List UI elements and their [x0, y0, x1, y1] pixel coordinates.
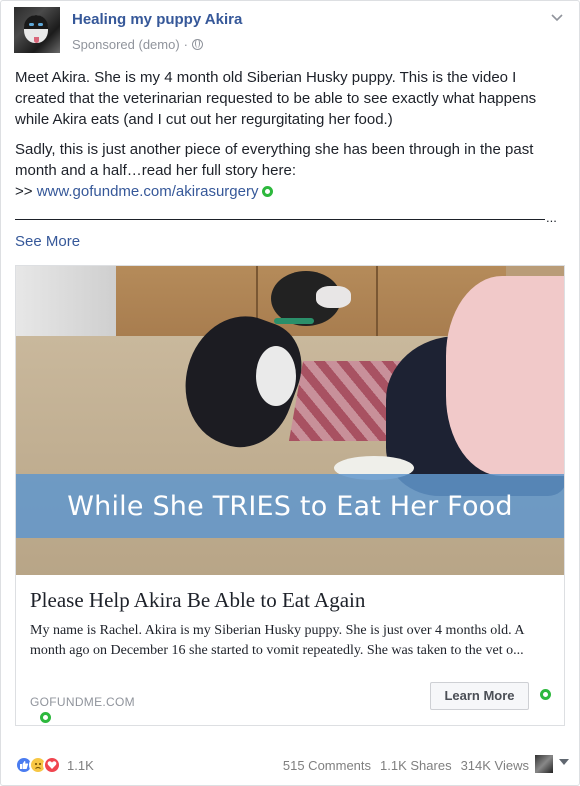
caret-down-icon[interactable] — [559, 759, 569, 765]
post-paragraph-2-text: Sadly, this is just another piece of eve… — [15, 141, 534, 179]
green-marker-icon — [540, 689, 551, 700]
globe-icon[interactable] — [192, 39, 204, 50]
comments-count-link[interactable]: 515 Comments — [283, 758, 371, 773]
post-stats: 515 Comments 1.1K Shares 314K Views — [283, 758, 529, 773]
love-icon — [43, 756, 61, 774]
divider-line — [15, 219, 545, 220]
reaction-count: 1.1K — [67, 757, 94, 773]
attachment-domain: GOFUNDME.COM — [30, 695, 135, 709]
shares-count-link[interactable]: 1.1K Shares — [380, 758, 452, 773]
link-prefix: >> — [15, 183, 33, 200]
sponsored-text: Sponsored (demo) — [72, 37, 180, 52]
post-footer: 1.1K 515 Comments 1.1K Shares 314K Views — [15, 753, 571, 777]
video-thumbnail[interactable]: While She TRIES to Eat Her Food — [16, 266, 564, 575]
green-marker-icon — [40, 712, 51, 723]
post-paragraph-2: Sadly, this is just another piece of eve… — [15, 139, 567, 202]
chevron-down-icon[interactable] — [550, 11, 564, 25]
ellipsis-text: ... — [546, 210, 557, 225]
video-play-area[interactable] — [16, 266, 564, 575]
attachment-title[interactable]: Please Help Akira Be Able to Eat Again — [30, 588, 550, 613]
views-count: 314K Views — [460, 758, 529, 773]
green-marker-icon — [262, 186, 274, 197]
reactions-summary[interactable]: 1.1K — [15, 756, 94, 774]
post-body-text: Meet Akira. She is my 4 month old Siberi… — [15, 67, 567, 211]
link-attachment[interactable]: While She TRIES to Eat Her Food Please H… — [15, 265, 565, 726]
gofundme-link[interactable]: www.gofundme.com/akirasurgery — [37, 183, 259, 200]
separator-dot: · — [183, 37, 189, 52]
sponsored-post-card: Healing my puppy Akira Sponsored (demo) … — [0, 0, 580, 786]
viewer-avatar[interactable] — [535, 755, 553, 773]
page-name-link[interactable]: Healing my puppy Akira — [72, 11, 242, 28]
sponsored-label: Sponsored (demo) · — [72, 37, 204, 52]
see-more-link[interactable]: See More — [15, 233, 80, 250]
attachment-description: My name is Rachel. Akira is my Siberian … — [30, 623, 524, 658]
learn-more-button[interactable]: Learn More — [430, 682, 529, 710]
post-paragraph-1: Meet Akira. She is my 4 month old Siberi… — [15, 69, 537, 128]
page-avatar[interactable] — [14, 7, 60, 53]
post-header: Healing my puppy Akira Sponsored (demo) … — [14, 7, 568, 57]
